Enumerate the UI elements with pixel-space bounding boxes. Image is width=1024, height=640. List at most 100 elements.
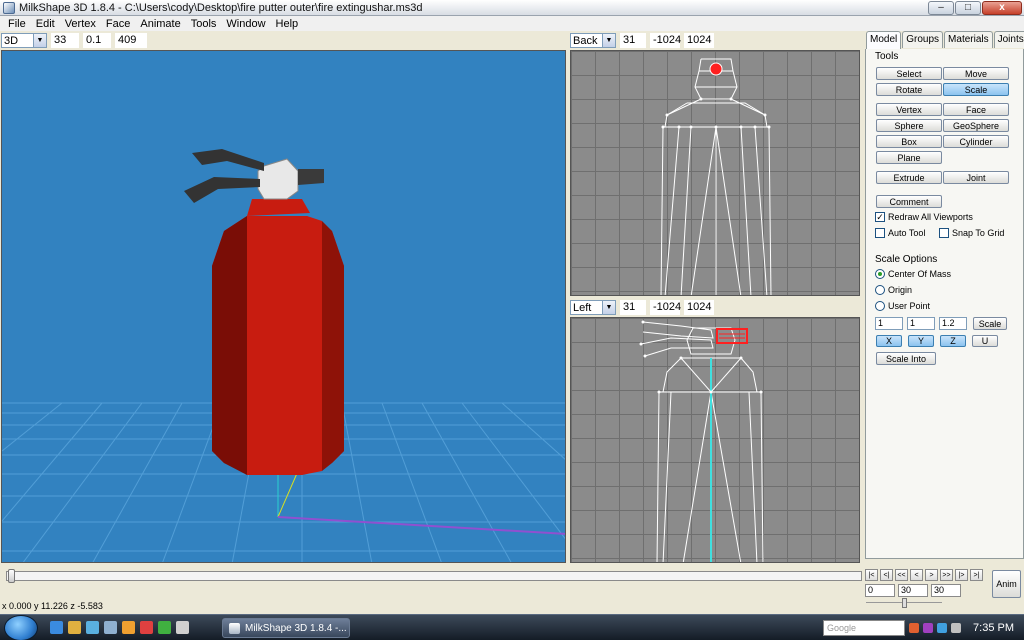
menu-animate[interactable]: Animate	[135, 18, 185, 30]
start-orb-button[interactable]	[4, 615, 38, 640]
scale-y-input[interactable]: 1	[907, 317, 935, 330]
chrome-icon[interactable]	[140, 621, 153, 634]
redraw-all-viewports-checkbox[interactable]: ✓ Redraw All Viewports	[875, 212, 973, 222]
viewport-left-field-1[interactable]: 31	[620, 300, 646, 315]
checkbox-checked-icon: ✓	[875, 211, 885, 222]
frame-field-a[interactable]: 30	[898, 584, 928, 597]
tab-groups[interactable]: Groups	[902, 31, 944, 48]
geosphere-tool-button[interactable]: GeoSphere	[943, 119, 1009, 132]
extrude-tool-button[interactable]: Extrude	[876, 171, 942, 184]
viewport-left-field-3[interactable]: 1024	[684, 300, 714, 315]
tab-model[interactable]: Model	[866, 31, 902, 49]
current-frame-field[interactable]: 0	[865, 584, 895, 597]
menu-edit[interactable]: Edit	[31, 18, 60, 30]
viewport-left-field-2[interactable]: -1024	[650, 300, 681, 315]
frame-field-b[interactable]: 30	[931, 584, 961, 597]
window-switch-icon[interactable]	[104, 621, 117, 634]
frame-slider[interactable]	[6, 569, 862, 583]
folder-icon[interactable]	[68, 621, 81, 634]
viewport-3d-field-3[interactable]: 409	[115, 33, 147, 48]
close-button[interactable]: x	[982, 1, 1022, 15]
scale-z-input[interactable]: 1.2	[939, 317, 967, 330]
rewind-button[interactable]: <<	[895, 569, 908, 581]
taskbar-clock[interactable]: 7:35 PM	[965, 622, 1014, 634]
app-icon[interactable]	[176, 621, 189, 634]
next-key-button[interactable]: |>	[955, 569, 968, 581]
axis-x-toggle[interactable]: X	[876, 335, 902, 347]
move-tool-button[interactable]: Move	[943, 67, 1009, 80]
sphere-tool-button[interactable]: Sphere	[876, 119, 942, 132]
speed-slider-thumb[interactable]	[902, 598, 907, 608]
checkbox-unchecked-icon	[939, 228, 949, 238]
utility-icon[interactable]	[158, 621, 171, 634]
axis-z-toggle[interactable]: Z	[940, 335, 966, 347]
user-point-radio[interactable]: User Point	[875, 301, 930, 311]
plane-tool-button[interactable]: Plane	[876, 151, 942, 164]
viewport-back-field-3[interactable]: 1024	[684, 33, 714, 48]
x-axis-line	[277, 516, 565, 535]
menu-face[interactable]: Face	[101, 18, 135, 30]
cylinder-tool-button[interactable]: Cylinder	[943, 135, 1009, 148]
joint-tool-button[interactable]: Joint	[943, 171, 1009, 184]
tab-joints[interactable]: Joints	[993, 31, 1024, 48]
ie-icon[interactable]	[50, 621, 63, 634]
coordinate-status: x 0.000 y 11.226 z -5.583	[2, 601, 103, 611]
vertex-tool-button[interactable]: Vertex	[876, 103, 942, 116]
menu-file[interactable]: File	[3, 18, 31, 30]
scale-tool-button[interactable]: Scale	[943, 83, 1009, 96]
google-search-box[interactable]: Google	[823, 620, 906, 636]
viewport-back[interactable]	[570, 50, 860, 296]
anim-mode-button[interactable]: Anim	[992, 570, 1021, 598]
viewport-3d-mode-select[interactable]: 3D ▼	[1, 33, 47, 48]
viewport-left[interactable]	[570, 317, 860, 563]
snap-to-grid-checkbox[interactable]: Snap To Grid	[939, 228, 1004, 238]
scale-x-input[interactable]: 1	[875, 317, 903, 330]
menu-window[interactable]: Window	[221, 18, 270, 30]
tab-materials[interactable]: Materials	[944, 31, 993, 48]
tray-app-icon[interactable]	[909, 623, 920, 633]
rotate-tool-button[interactable]: Rotate	[876, 83, 942, 96]
viewport-3d[interactable]	[1, 50, 566, 563]
prev-frame-button[interactable]: <	[910, 569, 923, 581]
auto-tool-checkbox[interactable]: Auto Tool	[875, 228, 925, 238]
menu-vertex[interactable]: Vertex	[60, 18, 101, 30]
viewport-back-bar: Back ▼ 31 -1024 1024	[570, 32, 714, 49]
viewport-back-mode-select[interactable]: Back ▼	[570, 33, 616, 48]
comment-tool-button[interactable]: Comment	[876, 195, 942, 208]
maximize-button[interactable]: □	[955, 1, 981, 15]
menu-help[interactable]: Help	[271, 18, 304, 30]
center-of-mass-radio[interactable]: Center Of Mass	[875, 269, 951, 279]
origin-radio[interactable]: Origin	[875, 285, 912, 295]
apply-scale-button[interactable]: Scale	[973, 317, 1007, 330]
tray-network-icon[interactable]	[937, 623, 948, 633]
minimize-button[interactable]: –	[928, 1, 954, 15]
menu-tools[interactable]: Tools	[186, 18, 222, 30]
frame-slider-thumb[interactable]	[8, 569, 15, 583]
face-tool-button[interactable]: Face	[943, 103, 1009, 116]
next-frame-button[interactable]: >	[925, 569, 938, 581]
viewport-back-field-2[interactable]: -1024	[650, 33, 681, 48]
fire-extinguisher-model[interactable]	[184, 149, 344, 475]
playback-speed-slider[interactable]	[866, 598, 942, 610]
select-tool-button[interactable]: Select	[876, 67, 942, 80]
viewport-left-mode-select[interactable]: Left ▼	[570, 300, 616, 315]
box-tool-button[interactable]: Box	[876, 135, 942, 148]
viewport-back-field-1[interactable]: 31	[620, 33, 646, 48]
viewport-3d-field-1[interactable]: 33	[51, 33, 79, 48]
axis-u-toggle[interactable]: U	[972, 335, 998, 347]
scale-into-button[interactable]: Scale Into	[876, 352, 936, 365]
wireframe-back	[660, 58, 772, 295]
tray-volume-icon[interactable]	[951, 623, 962, 633]
taskbar-milkshape-button[interactable]: MilkShape 3D 1.8.4 -...	[222, 618, 350, 638]
viewport-3d-field-2[interactable]: 0.1	[83, 33, 111, 48]
prev-key-button[interactable]: <|	[880, 569, 893, 581]
window-controls: – □ x	[928, 1, 1022, 15]
media-player-icon[interactable]	[122, 621, 135, 634]
fast-forward-button[interactable]: >>	[940, 569, 953, 581]
axis-y-toggle[interactable]: Y	[908, 335, 934, 347]
tray-app-icon[interactable]	[923, 623, 934, 633]
last-frame-button[interactable]: >|	[970, 569, 983, 581]
desktop-icon[interactable]	[86, 621, 99, 634]
first-frame-button[interactable]: |<	[865, 569, 878, 581]
viewport-left-bar: Left ▼ 31 -1024 1024	[570, 299, 714, 316]
